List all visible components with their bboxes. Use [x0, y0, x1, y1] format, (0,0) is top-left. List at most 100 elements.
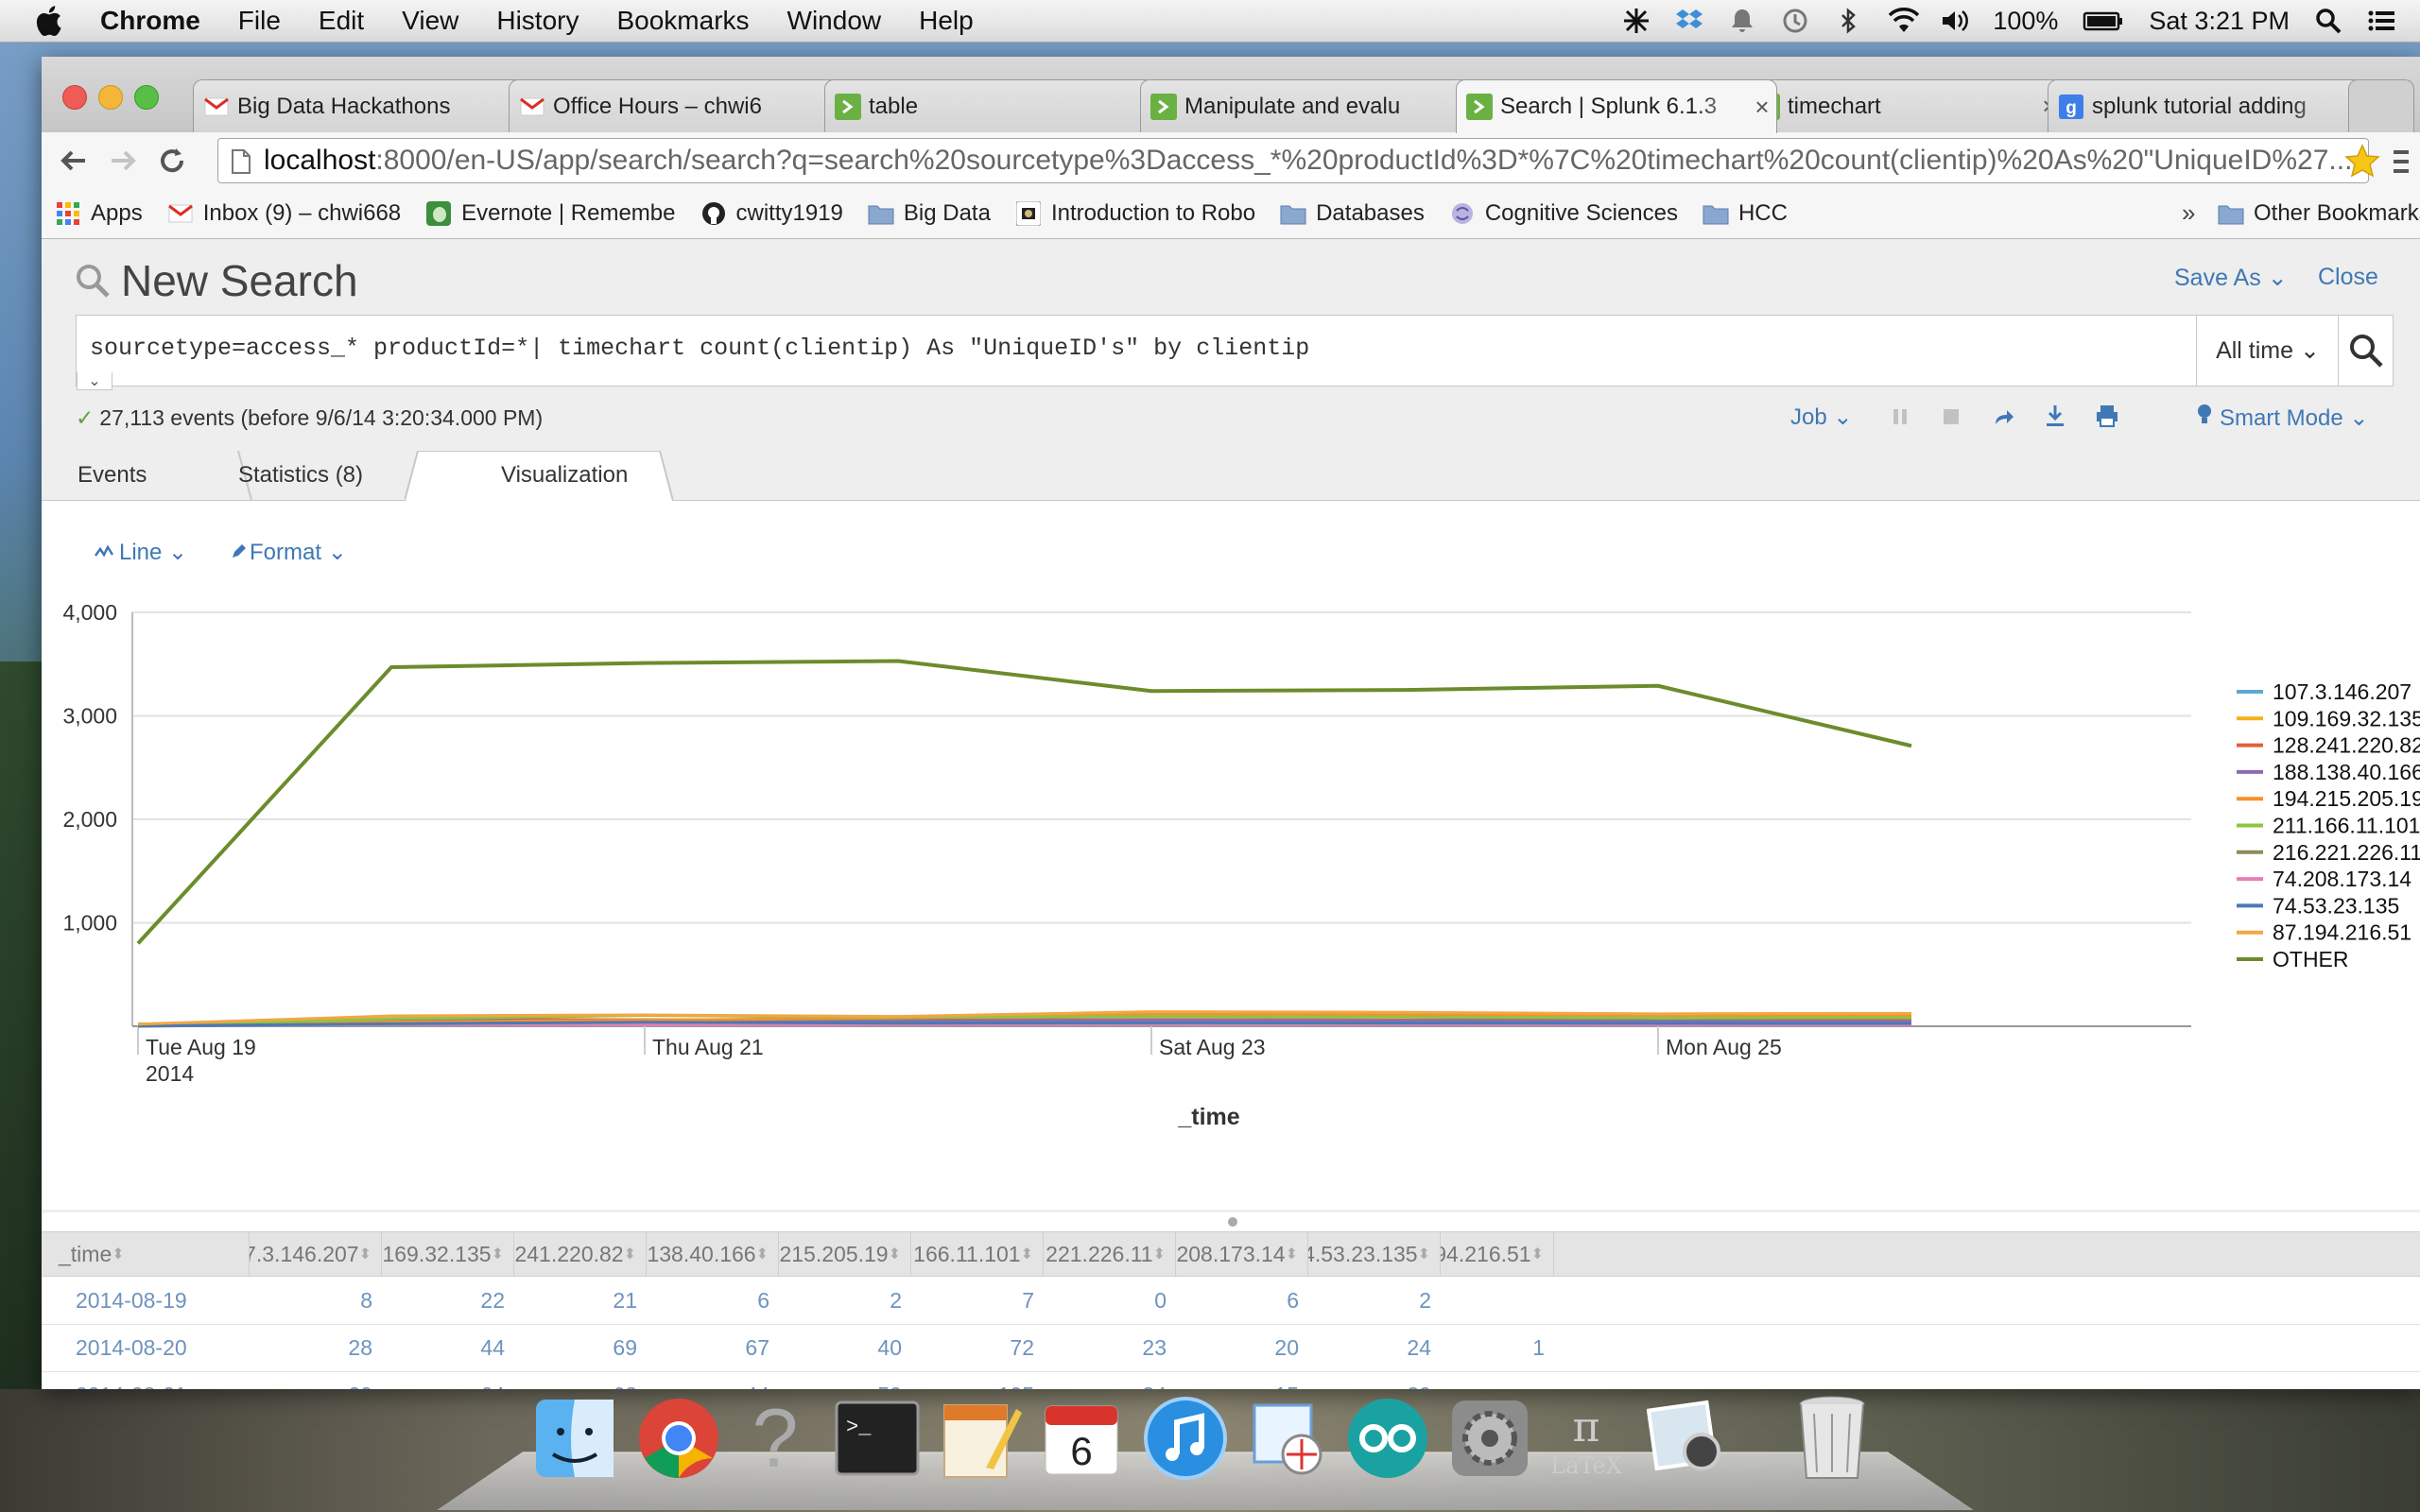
chrome-app-icon[interactable] [633, 1393, 724, 1484]
volume-icon[interactable] [1940, 7, 1969, 35]
column-header[interactable]: 188.138.40.166 ⬍ [647, 1232, 779, 1276]
latex-icon[interactable]: π LaTeX [1541, 1393, 1632, 1484]
menubar-clock[interactable]: Sat 3:21 PM [2149, 7, 2290, 36]
back-button[interactable] [57, 144, 91, 178]
tab-events[interactable]: Events [78, 451, 147, 500]
menu-history[interactable]: History [496, 6, 579, 36]
apple-menu-icon[interactable] [34, 5, 72, 37]
chrome-menu-icon[interactable] [2392, 146, 2411, 178]
wifi-icon[interactable] [1887, 7, 1920, 35]
system-preferences-icon[interactable] [1444, 1393, 1535, 1484]
export-button[interactable] [2044, 404, 2066, 428]
job-menu-button[interactable]: Job ⌄ [1790, 404, 1852, 431]
column-header[interactable]: 194.215.205.19 ⬍ [779, 1232, 911, 1276]
table-cell[interactable]: 72 [911, 1324, 1044, 1371]
new-tab-button[interactable] [2348, 79, 2414, 132]
table-cell[interactable]: 23 [1044, 1324, 1176, 1371]
table-cell[interactable]: 29 [250, 1371, 382, 1390]
bookmark-apps[interactable]: Apps [55, 200, 143, 227]
bookmarks-overflow-button[interactable]: » [2182, 198, 2195, 228]
bookmark-cognitive-sciences[interactable]: Cognitive Sciences [1449, 200, 1678, 227]
notifications-bell-icon[interactable] [1728, 7, 1756, 35]
table-cell[interactable]: 44 [382, 1324, 514, 1371]
tab-visualization[interactable]: Visualization [405, 451, 688, 501]
table-cell[interactable]: 7 [911, 1277, 1044, 1324]
address-bar[interactable]: localhost:8000/en-US/app/search/search?q… [217, 138, 2369, 183]
tab-splunk-tutorial[interactable]: g splunk tutorial adding × [2048, 79, 2369, 132]
table-row[interactable]: 2014-08-20 28 44 69 67 40 72 23 20 24 1 [42, 1324, 2420, 1372]
menu-file[interactable]: File [238, 6, 281, 36]
pause-button[interactable] [1891, 407, 1910, 426]
bookmark-star-icon[interactable] [2344, 144, 2380, 178]
table-cell[interactable]: 2 [1308, 1277, 1441, 1324]
column-header[interactable]: 74.53.23.135 ⬍ [1308, 1232, 1441, 1276]
column-header[interactable]: 128.241.220.82 ⬍ [514, 1232, 647, 1276]
tab-close-icon[interactable]: × [1748, 93, 1776, 122]
preview-icon[interactable] [1242, 1393, 1333, 1484]
table-cell[interactable]: 24 [1308, 1324, 1441, 1371]
bookmark-hcc[interactable]: HCC [1703, 200, 1788, 227]
tab-big-data-hackathons[interactable]: Big Data Hackathons × [193, 79, 543, 132]
finder-icon[interactable] [529, 1393, 620, 1484]
table-cell[interactable]: 40 [779, 1324, 911, 1371]
table-cell[interactable]: 21 [514, 1277, 647, 1324]
snowflake-icon[interactable] [1622, 7, 1651, 35]
photo-booth-icon[interactable] [1643, 1393, 1734, 1484]
tab-manipulate-and-evaluate[interactable]: Manipulate and evalu × [1140, 79, 1490, 132]
column-header[interactable]: 211.166.11.101 ⬍ [911, 1232, 1044, 1276]
arduino-icon[interactable] [1342, 1393, 1433, 1484]
expand-search-chevron-icon[interactable]: ⌄ [77, 372, 112, 390]
table-cell[interactable] [1441, 1277, 1554, 1324]
resize-handle-icon[interactable] [1227, 1216, 1238, 1228]
bookmark-other[interactable]: Other Bookmarks [2218, 200, 2420, 227]
battery-icon[interactable] [2083, 7, 2124, 35]
table-cell[interactable]: 22 [382, 1277, 514, 1324]
menu-bookmarks[interactable]: Bookmarks [616, 6, 749, 36]
column-header[interactable]: 216.221.226.11 ⬍ [1044, 1232, 1176, 1276]
print-button[interactable] [2095, 404, 2119, 428]
minimize-window-button[interactable] [98, 85, 123, 110]
table-cell[interactable]: 28 [250, 1324, 382, 1371]
reload-button[interactable] [155, 144, 189, 178]
close-window-button[interactable] [62, 85, 87, 110]
table-cell[interactable]: 2014-08-19 [42, 1277, 250, 1324]
column-header[interactable]: 107.3.146.207 ⬍ [250, 1232, 382, 1276]
bluetooth-icon[interactable] [1834, 7, 1862, 35]
time-machine-icon[interactable] [1781, 7, 1809, 35]
search-query-input[interactable]: sourcetype=access_* productId=*| timecha… [90, 335, 1309, 362]
bookmark-big-data[interactable]: Big Data [868, 200, 991, 227]
spotlight-search-icon[interactable] [2314, 7, 2342, 35]
save-as-button[interactable]: Save As ⌄ [2174, 264, 2288, 292]
line-chart[interactable]: 1,000 2,000 3,000 4,000 Tue Aug 192014 Thu Au… [42, 501, 2420, 1210]
table-cell[interactable]: 69 [514, 1324, 647, 1371]
forward-button[interactable] [106, 144, 140, 178]
table-cell[interactable]: 20 [1176, 1324, 1308, 1371]
itunes-icon[interactable] [1140, 1393, 1231, 1484]
dropbox-icon[interactable] [1675, 7, 1703, 35]
table-cell[interactable]: 6 [647, 1277, 779, 1324]
bookmark-databases[interactable]: Databases [1280, 200, 1425, 227]
help-question-icon[interactable]: ? [730, 1393, 821, 1484]
calendar-icon[interactable]: 6 [1036, 1393, 1127, 1484]
menu-view[interactable]: View [402, 6, 458, 36]
trash-icon[interactable] [1787, 1393, 1877, 1484]
table-cell[interactable]: 6 [1176, 1277, 1308, 1324]
table-cell[interactable]: 67 [647, 1324, 779, 1371]
table-cell[interactable]: 2014-08-20 [42, 1324, 250, 1371]
zoom-window-button[interactable] [134, 85, 159, 110]
search-mode-selector[interactable]: Smart Mode ⌄ [2197, 404, 2369, 433]
notification-center-icon[interactable] [2367, 7, 2395, 35]
time-range-picker[interactable]: All time ⌄ [2196, 316, 2339, 386]
pages-icon[interactable] [936, 1393, 1027, 1484]
stop-button[interactable] [1942, 407, 1961, 426]
bookmark-inbox[interactable]: Inbox (9) – chwi668 [167, 200, 401, 227]
table-cell[interactable]: 2 [779, 1277, 911, 1324]
menu-window[interactable]: Window [787, 6, 882, 36]
share-button[interactable] [1993, 405, 2015, 426]
table-cell[interactable]: 2014-08-21 [42, 1371, 250, 1390]
column-header[interactable]: _time ⬍ [42, 1232, 250, 1276]
menu-chrome[interactable]: Chrome [100, 6, 200, 36]
tab-table[interactable]: table × [824, 79, 1174, 132]
column-header[interactable]: 87.194.216.51 ⬍ [1441, 1232, 1554, 1276]
tab-statistics[interactable]: Statistics (8) [238, 451, 363, 500]
